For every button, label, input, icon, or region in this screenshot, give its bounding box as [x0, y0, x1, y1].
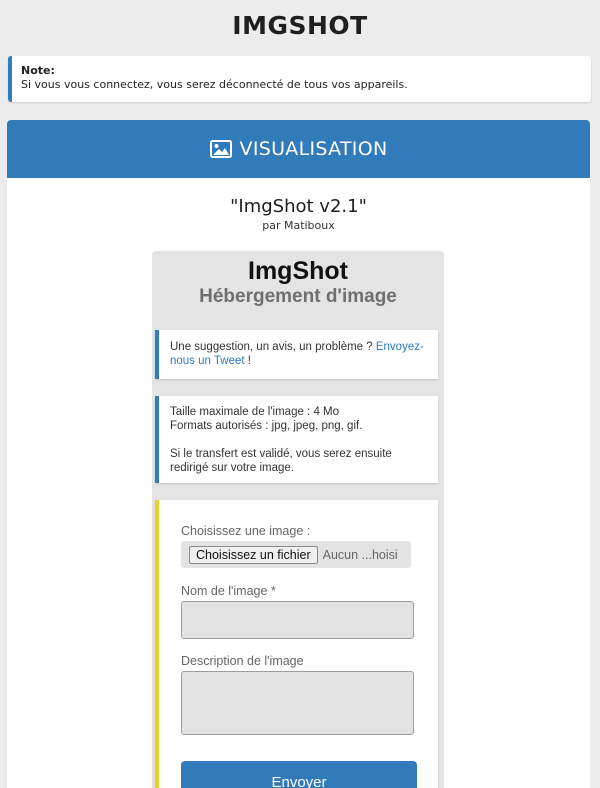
formats-text: Formats autorisés : jpg, jpeg, png, gif. [170, 420, 363, 432]
file-input[interactable]: Choisissez un fichier Aucun ...hoisi [181, 541, 411, 568]
frame-subtitle: Hébergement d'image [199, 286, 397, 307]
note-label: Note: [21, 64, 55, 77]
upload-info-box: Taille maximale de l'image : 4 Mo Format… [155, 396, 438, 483]
image-icon [209, 140, 232, 158]
panel-header-label: VISUALISATION [239, 138, 388, 160]
login-note: Note: Si vous vous connectez, vous serez… [8, 56, 591, 102]
frame-title: ImgShot [248, 257, 348, 285]
upload-form: Choisissez une image : Choisissez un fic… [155, 500, 438, 788]
choose-image-label: Choisissez une image : [181, 524, 311, 538]
image-description-label: Description de l'image [181, 654, 304, 668]
panel-header: VISUALISATION [7, 120, 590, 178]
choose-file-button[interactable]: Choisissez un fichier [189, 545, 318, 564]
preview-frame: ImgShot Hébergement d'image Une suggesti… [152, 251, 444, 788]
suggestion-box: Une suggestion, un avis, un problème ? E… [155, 330, 438, 379]
image-name-label: Nom de l'image * [181, 584, 276, 598]
suggestion-text: Une suggestion, un avis, un problème ? [170, 341, 376, 353]
site-title: IMGSHOT [232, 11, 368, 40]
image-description-input[interactable] [181, 671, 414, 735]
file-status: Aucun ...hoisi [322, 547, 398, 562]
max-size-text: Taille maximale de l'image : 4 Mo [170, 406, 340, 418]
note-text: Si vous vous connectez, vous serez décon… [21, 78, 408, 91]
preview-author: par Matiboux [262, 219, 335, 232]
preview-title: "ImgShot v2.1" [230, 196, 367, 217]
submit-button[interactable]: Envoyer [181, 761, 417, 788]
visualisation-panel: VISUALISATION "ImgShot v2.1" par Matibou… [7, 120, 590, 788]
suggestion-end: ! [244, 355, 251, 367]
redirect-text: Si le transfert est validé, vous serez e… [170, 448, 392, 474]
image-name-input[interactable] [181, 601, 414, 639]
